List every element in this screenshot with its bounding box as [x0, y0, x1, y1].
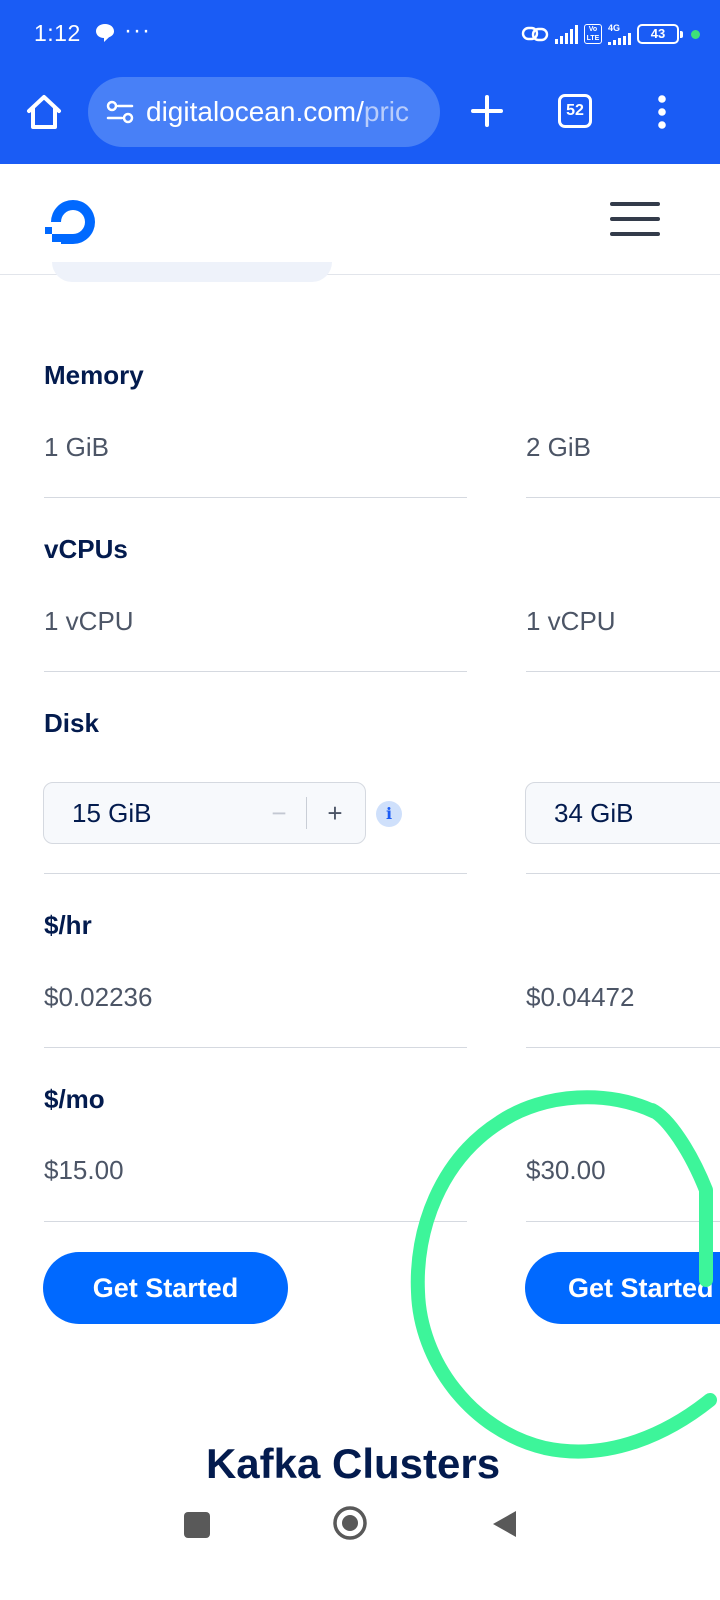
divider: [44, 873, 467, 874]
more-vert-icon[interactable]: [650, 92, 674, 132]
home-icon[interactable]: [22, 90, 66, 134]
divider: [44, 1221, 467, 1222]
vcpus-value-1: 1 vCPU: [44, 606, 134, 636]
divider: [526, 497, 720, 498]
tab-switcher-icon[interactable]: 52: [558, 94, 592, 128]
digitalocean-logo[interactable]: [44, 194, 102, 250]
divider: [526, 1047, 720, 1048]
hamburger-menu-icon[interactable]: [610, 202, 660, 238]
address-bar[interactable]: digitalocean.com/pric: [88, 77, 440, 147]
volte-icon: Vo LTE: [584, 24, 602, 44]
disk-size-stepper[interactable]: 15 GiB − +: [43, 782, 366, 844]
disk-label: Disk: [44, 708, 99, 738]
back-icon[interactable]: [490, 1509, 518, 1539]
memory-value-2: 2 GiB: [526, 432, 592, 462]
url-domain: digitalocean.com/: [146, 96, 364, 127]
url-path: pric: [363, 96, 410, 127]
message-bubble-icon: [96, 24, 114, 42]
memory-label: Memory: [44, 360, 144, 390]
divider: [44, 671, 467, 672]
get-started-button[interactable]: Get Started: [43, 1252, 288, 1324]
divider: [526, 1221, 720, 1222]
status-bar: 1:12 ··· Vo LTE 4G 43: [0, 0, 720, 70]
get-started-button-2[interactable]: Get Started: [525, 1252, 720, 1324]
vcpus-label: vCPUs: [44, 534, 128, 564]
scrolled-tab-pill: [52, 262, 332, 282]
divider: [44, 1047, 467, 1048]
info-icon[interactable]: i: [376, 801, 402, 827]
stepper-separator: [306, 797, 307, 829]
vcpus-value-2: 1 vCPU: [526, 606, 616, 636]
monthly-label: $/mo: [44, 1084, 105, 1114]
hourly-price-1: $0.02236: [44, 982, 153, 1012]
battery-icon: 43: [637, 24, 683, 44]
more-notifications-indicator: ···: [124, 17, 151, 44]
status-time: 1:12: [34, 20, 81, 46]
divider: [526, 873, 720, 874]
site-settings-icon[interactable]: [106, 100, 134, 124]
recents-icon[interactable]: [184, 1512, 210, 1538]
divider: [44, 497, 467, 498]
plus-icon[interactable]: [464, 88, 510, 134]
hourly-price-2: $0.04472: [526, 982, 635, 1012]
disk-value-1[interactable]: 15 GiB: [72, 798, 152, 829]
disk-value-2[interactable]: 34 GiB: [554, 798, 634, 829]
signal-icon: [555, 24, 578, 44]
status-icons: Vo LTE 4G 43: [521, 20, 700, 48]
signal-icon-2: [608, 32, 631, 45]
decrement-button[interactable]: −: [262, 795, 296, 831]
privacy-indicator-dot: [691, 29, 700, 39]
home-nav-icon[interactable]: [332, 1505, 368, 1541]
link-icon: [521, 26, 549, 42]
monthly-price-1: $15.00: [44, 1155, 124, 1185]
section-title: Kafka Clusters: [205, 1440, 501, 1487]
disk-size-stepper-2[interactable]: 34 GiB: [525, 782, 720, 844]
memory-value-1: 1 GiB: [44, 432, 110, 462]
divider: [526, 671, 720, 672]
hourly-label: $/hr: [44, 910, 92, 940]
monthly-price-2: $30.00: [526, 1155, 606, 1185]
increment-button[interactable]: +: [318, 795, 352, 831]
url-text[interactable]: digitalocean.com/pric: [146, 96, 409, 128]
network-type: 4G: [608, 22, 621, 33]
